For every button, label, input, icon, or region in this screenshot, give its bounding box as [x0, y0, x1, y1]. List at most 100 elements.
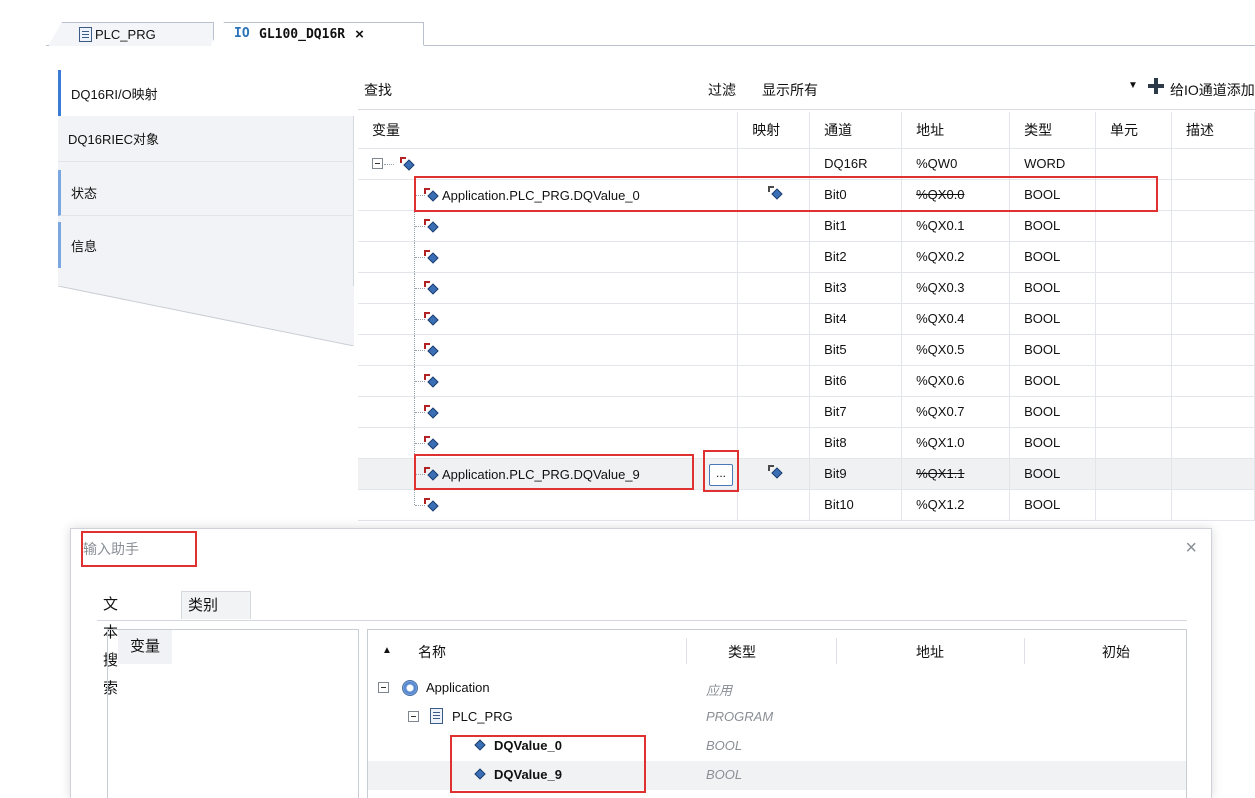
address-cell: %QX0.2 — [901, 241, 1011, 273]
add-fb-button[interactable]: 给IO通道添加FB — [1170, 80, 1255, 100]
io-variable-icon — [424, 466, 440, 481]
find-label[interactable]: 查找 — [364, 80, 392, 100]
description-cell — [1171, 179, 1255, 211]
table-row[interactable]: Bit4 %QX0.4 BOOL — [358, 303, 1255, 335]
tree-row-application[interactable]: Application 应用 — [368, 674, 1186, 703]
description-cell — [1171, 272, 1255, 304]
close-tab-icon[interactable]: × — [355, 26, 364, 43]
col-header-variable[interactable]: 变量 — [358, 112, 739, 149]
tab-plc-prg[interactable]: PLC_PRG — [48, 22, 214, 46]
add-fb-icon[interactable] — [1148, 78, 1164, 94]
io-variable-icon — [424, 249, 440, 264]
description-cell — [1171, 489, 1255, 521]
col-header-initial[interactable]: 初始 — [1102, 642, 1130, 662]
tree-connector — [414, 489, 415, 505]
application-gear-icon — [402, 680, 418, 696]
type-cell: BOOL — [1009, 334, 1097, 366]
input-assistant-ellipsis-button[interactable]: ... — [709, 463, 733, 486]
sidebar-item-io-mapping[interactable]: DQ16RI/O映射 — [58, 70, 354, 116]
tab-gl100-dq16r[interactable]: IO GL100_DQ16R × — [210, 22, 424, 46]
address-cell: %QX0.1 — [901, 210, 1011, 242]
sidebar-item-info[interactable]: 信息 — [58, 222, 354, 268]
col-header-unit[interactable]: 单元 — [1095, 112, 1172, 149]
table-row[interactable]: Bit2 %QX0.2 BOOL — [358, 241, 1255, 273]
col-header-address[interactable]: 地址 — [901, 112, 1011, 149]
variable-name[interactable]: Application.PLC_PRG.DQValue_9 — [442, 467, 640, 482]
table-row[interactable]: Bit6 %QX0.6 BOOL — [358, 365, 1255, 397]
chevron-down-icon[interactable]: ▼ — [1128, 80, 1138, 91]
tree-item-type: BOOL — [706, 738, 743, 753]
sidebar-item-label: DQ16RIEC对象 — [68, 132, 160, 147]
program-document-icon — [79, 27, 92, 42]
filter-dropdown[interactable]: 显示所有 — [762, 80, 818, 100]
sidebar-slope-shape — [58, 286, 354, 346]
variable-cell[interactable] — [358, 365, 739, 397]
table-row[interactable]: Bit5 %QX0.5 BOOL — [358, 334, 1255, 366]
variable-list-header: ▲ 名称 类型 地址 初始 — [368, 630, 1186, 672]
variable-cell[interactable]: Application.PLC_PRG.DQValue_0 — [358, 179, 739, 211]
mapping-cell — [737, 303, 811, 335]
search-filter-bar: 查找 过滤 显示所有 ▼ 给IO通道添加FB — [358, 70, 1255, 110]
col-header-type[interactable]: 类型 — [728, 642, 756, 662]
sort-ascending-icon[interactable]: ▲ — [382, 645, 392, 656]
mapping-cell — [737, 179, 811, 211]
tab-category[interactable]: 类别 — [181, 591, 251, 619]
category-item-label: 变量 — [118, 630, 173, 664]
description-cell — [1171, 427, 1255, 459]
table-row[interactable]: Bit1 %QX0.1 BOOL — [358, 210, 1255, 242]
variable-cell[interactable] — [358, 489, 739, 521]
tab-text-search[interactable]: 文本搜索 — [97, 591, 124, 697]
mapping-cell — [737, 272, 811, 304]
category-item-variables[interactable]: 变量 — [108, 630, 358, 664]
collapse-toggle-icon[interactable] — [408, 711, 419, 722]
tree-item-name: Application — [426, 680, 490, 695]
mapping-cell — [737, 365, 811, 397]
variable-cell[interactable]: Application.PLC_PRG.DQValue_9... — [358, 458, 739, 490]
col-header-type[interactable]: 类型 — [1009, 112, 1097, 149]
sidebar-slope — [58, 286, 354, 346]
table-row[interactable]: Bit10 %QX1.2 BOOL — [358, 489, 1255, 521]
collapse-toggle-icon[interactable] — [378, 682, 389, 693]
io-module-icon: IO — [234, 26, 250, 41]
variable-cell[interactable] — [358, 272, 739, 304]
variable-cell[interactable] — [358, 303, 739, 335]
address-cell: %QX0.6 — [901, 365, 1011, 397]
tree-row-plc-prg[interactable]: PLC_PRG PROGRAM — [368, 703, 1186, 732]
table-row[interactable]: Application.PLC_PRG.DQValue_0 Bit0 %QX0.0 B… — [358, 179, 1255, 211]
io-variable-icon — [424, 280, 440, 295]
variable-cell[interactable] — [358, 241, 739, 273]
sidebar-item-iec-objects[interactable]: DQ16RIEC对象 — [58, 116, 354, 162]
table-row[interactable]: Bit8 %QX1.0 BOOL — [358, 427, 1255, 459]
variable-cell[interactable] — [358, 210, 739, 242]
table-row[interactable]: Bit7 %QX0.7 BOOL — [358, 396, 1255, 428]
table-row-parent[interactable]: DQ16R %QW0 WORD — [358, 148, 1255, 180]
channel-cell: Bit5 — [809, 334, 903, 366]
io-variable-icon — [424, 497, 440, 512]
col-header-name[interactable]: 名称 — [418, 642, 446, 662]
col-header-mapping[interactable]: 映射 — [737, 112, 811, 149]
address-cell: %QX1.2 — [901, 489, 1011, 521]
type-cell: BOOL — [1009, 179, 1097, 211]
collapse-toggle-icon[interactable] — [372, 157, 383, 169]
table-row[interactable]: Application.PLC_PRG.DQValue_9... Bit9 %QX1… — [358, 458, 1255, 490]
unit-cell — [1095, 334, 1172, 366]
sidebar-item-status[interactable]: 状态 — [58, 170, 354, 216]
col-header-description[interactable]: 描述 — [1171, 112, 1255, 149]
variable-cell[interactable] — [358, 427, 739, 459]
tab-gl100-dq16r-label: GL100_DQ16R — [259, 26, 346, 42]
variable-cell[interactable] — [358, 148, 739, 180]
col-header-channel[interactable]: 通道 — [809, 112, 903, 149]
variable-name[interactable]: Application.PLC_PRG.DQValue_0 — [442, 188, 640, 203]
variable-cell[interactable] — [358, 396, 739, 428]
tree-item-type: BOOL — [706, 767, 743, 782]
tree-row-dqvalue-0[interactable]: DQValue_0 BOOL — [368, 732, 1186, 761]
io-mapping-table: 变量 映射 通道 地址 类型 单元 描述 DQ16R %QW0 WORD App… — [358, 112, 1255, 521]
tree-row-dqvalue-9[interactable]: DQValue_9 BOOL — [368, 761, 1186, 790]
col-header-address[interactable]: 地址 — [916, 642, 944, 662]
unit-cell — [1095, 489, 1172, 521]
mapping-cell — [737, 458, 811, 490]
table-row[interactable]: Bit3 %QX0.3 BOOL — [358, 272, 1255, 304]
io-mapping-panel: 查找 过滤 显示所有 ▼ 给IO通道添加FB 变量 映射 通道 地址 类型 单元… — [358, 70, 1255, 540]
close-icon[interactable]: × — [1185, 537, 1197, 560]
variable-cell[interactable] — [358, 334, 739, 366]
